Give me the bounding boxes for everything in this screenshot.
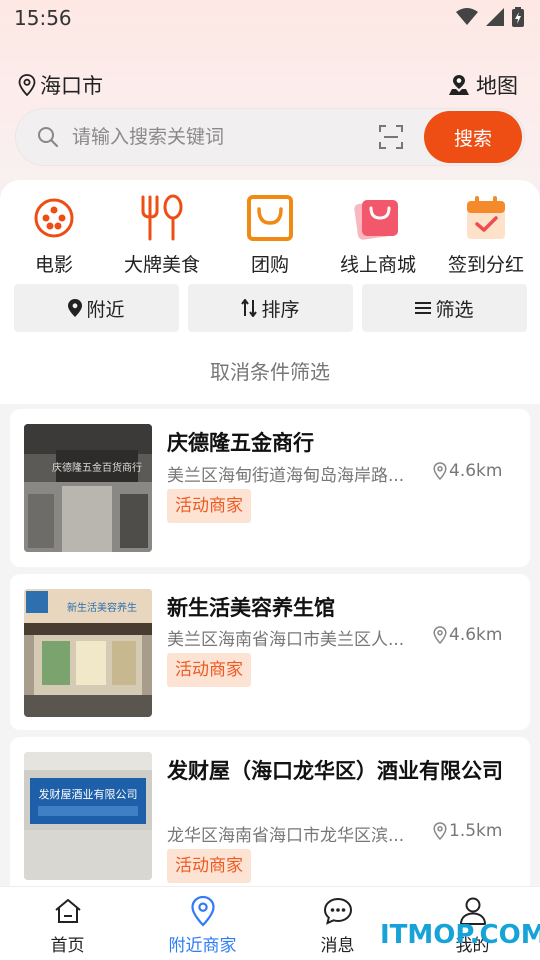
status-time: 15:56 bbox=[14, 6, 72, 30]
category-label: 线上商城 bbox=[339, 254, 416, 276]
tab-label: 附近商家 bbox=[168, 936, 237, 956]
filter-label: 筛选 bbox=[435, 298, 474, 321]
status-bar: 15:56 bbox=[0, 0, 540, 36]
location-pin-icon bbox=[433, 462, 447, 480]
menu-lines-icon bbox=[415, 302, 432, 314]
merchant-name: 发财屋（海口龙华区）酒业有限公司 bbox=[167, 759, 503, 783]
search-button[interactable]: 搜索 bbox=[424, 111, 522, 163]
chat-bubble-icon bbox=[323, 897, 352, 925]
search-icon bbox=[38, 127, 59, 148]
category-label: 电影 bbox=[34, 254, 73, 276]
merchant-card[interactable]: 新生活美容养生 新生活美容养生馆 美兰区海南省海口市美兰区人... 4.6km … bbox=[10, 574, 530, 730]
map-pin-icon bbox=[190, 895, 215, 927]
merchant-thumbnail: 新生活美容养生 bbox=[24, 589, 152, 717]
merchant-thumbnail: 发财屋酒业有限公司 bbox=[24, 752, 152, 880]
filter-nearby-button[interactable]: 附近 bbox=[14, 284, 179, 332]
sort-arrows-icon bbox=[241, 299, 258, 317]
film-reel-icon bbox=[34, 198, 74, 238]
category-groupbuy[interactable]: 团购 bbox=[216, 192, 324, 277]
merchant-address: 美兰区海甸街道海甸岛海岸路... bbox=[167, 466, 405, 486]
battery-icon bbox=[512, 7, 524, 27]
category-label: 大牌美食 bbox=[123, 254, 200, 276]
watermark-text: ITMOP.COM bbox=[380, 920, 540, 950]
category-signin[interactable]: 签到分红 bbox=[432, 192, 540, 277]
storefront-sign: 发财屋酒业有限公司 bbox=[39, 787, 138, 801]
calendar-check-icon bbox=[467, 196, 505, 239]
filter-row: 附近 排序 筛选 bbox=[14, 284, 528, 332]
city-selector[interactable]: 海口市 bbox=[18, 70, 103, 100]
distance-value: 1.5km bbox=[449, 821, 503, 841]
location-row: 海口市 地图 bbox=[0, 66, 540, 102]
storefront-sign: 庆德隆五金百货商行 bbox=[52, 461, 142, 474]
search-bar: 搜索 bbox=[15, 108, 525, 166]
activity-merchant-badge: 活动商家 bbox=[167, 653, 251, 687]
category-label: 团购 bbox=[250, 254, 289, 276]
filter-label: 排序 bbox=[261, 298, 300, 321]
category-row: 电影 大牌美食 团购 线上商城 签到分红 bbox=[0, 192, 540, 276]
merchant-thumbnail: 庆德隆五金百货商行 bbox=[24, 424, 152, 552]
activity-merchant-badge: 活动商家 bbox=[167, 849, 251, 883]
location-pin-icon bbox=[68, 299, 83, 317]
merchant-distance: 4.6km bbox=[433, 461, 502, 481]
category-online-mall[interactable]: 线上商城 bbox=[324, 192, 432, 277]
filter-label: 附近 bbox=[86, 298, 125, 321]
merchant-address: 美兰区海南省海口市美兰区人... bbox=[167, 630, 405, 650]
category-panel: 电影 大牌美食 团购 线上商城 签到分红 附近 排序 筛选 取消条件筛选 bbox=[0, 180, 540, 404]
scan-icon[interactable] bbox=[378, 124, 404, 150]
merchant-name: 庆德隆五金商行 bbox=[167, 431, 314, 455]
wifi-icon bbox=[456, 8, 478, 25]
map-person-pin-icon bbox=[449, 75, 469, 95]
cancel-filter-link[interactable]: 取消条件筛选 bbox=[0, 356, 540, 385]
category-label: 签到分红 bbox=[447, 254, 524, 276]
merchant-card[interactable]: 庆德隆五金百货商行 庆德隆五金商行 美兰区海甸街道海甸岛海岸路... 4.6km… bbox=[10, 409, 530, 567]
tab-home[interactable]: 首页 bbox=[0, 895, 135, 956]
filter-sort-button[interactable]: 排序 bbox=[188, 284, 353, 332]
location-pin-icon bbox=[433, 626, 447, 644]
merchant-name: 新生活美容养生馆 bbox=[167, 596, 335, 620]
shopping-bag-icon bbox=[247, 195, 293, 241]
merchant-distance: 4.6km bbox=[433, 625, 502, 645]
search-input[interactable] bbox=[72, 121, 372, 153]
merchant-card[interactable]: 发财屋酒业有限公司 发财屋（海口龙华区）酒业有限公司 龙华区海南省海口市龙华区滨… bbox=[10, 737, 530, 897]
activity-merchant-badge: 活动商家 bbox=[167, 489, 251, 523]
map-button[interactable]: 地图 bbox=[448, 70, 518, 100]
home-icon bbox=[54, 899, 81, 923]
location-pin-icon bbox=[18, 74, 36, 96]
distance-value: 4.6km bbox=[449, 461, 503, 481]
distance-value: 4.6km bbox=[449, 625, 503, 645]
fork-spoon-icon bbox=[141, 194, 183, 241]
category-food[interactable]: 大牌美食 bbox=[108, 192, 216, 277]
storefront-sign: 新生活美容养生 bbox=[67, 601, 137, 614]
merchant-distance: 1.5km bbox=[433, 821, 502, 841]
location-pin-icon bbox=[433, 822, 447, 840]
filter-screen-button[interactable]: 筛选 bbox=[362, 284, 527, 332]
signal-icon bbox=[486, 8, 504, 26]
tab-label: 首页 bbox=[50, 936, 85, 956]
city-label: 海口市 bbox=[40, 74, 103, 98]
status-icons bbox=[456, 7, 524, 27]
tab-nearby-merchants[interactable]: 附近商家 bbox=[135, 895, 270, 956]
category-movie[interactable]: 电影 bbox=[0, 192, 108, 277]
pink-bag-icon bbox=[354, 200, 398, 240]
map-label: 地图 bbox=[476, 74, 518, 98]
merchant-address: 龙华区海南省海口市龙华区滨... bbox=[167, 826, 405, 846]
